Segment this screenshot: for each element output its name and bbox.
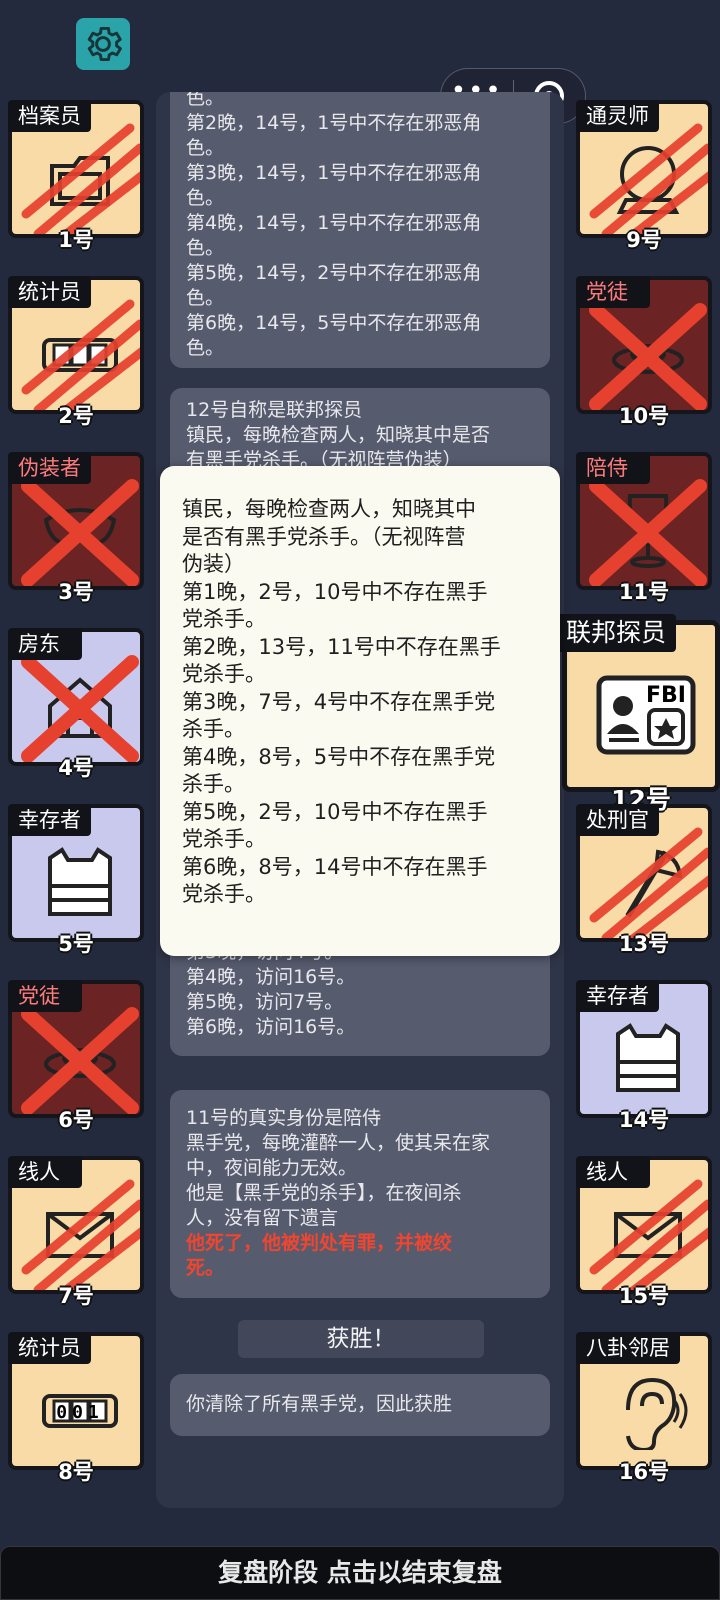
player-number: 15号 xyxy=(618,1284,670,1308)
role-label: 幸存者 xyxy=(8,804,91,836)
player-number: 3号 xyxy=(58,580,94,604)
player-card-15[interactable]: 线人 15号 xyxy=(576,1156,712,1308)
role-label: 党徒 xyxy=(576,276,650,308)
log-card-identity-reveal: 11号的真实身份是陪侍 黑手党，每晚灌醉一人，使其呆在家 中，夜间能力无效。 他… xyxy=(170,1090,550,1298)
player-number: 5号 xyxy=(58,932,94,956)
vest-icon xyxy=(48,847,112,916)
role-label: 线人 xyxy=(8,1156,82,1188)
player-card-8[interactable]: 001 统计员 8号 xyxy=(8,1332,144,1484)
role-label: 线人 xyxy=(576,1156,650,1188)
log-card-win-reason: 你清除了所有黑手党，因此获胜 xyxy=(170,1374,550,1436)
log-text: 12号自称是联邦探员 镇民，每晚检查两人，知晓其中是否 有黑手党杀手。（无视阵营… xyxy=(186,399,491,471)
player-card-1[interactable]: 档案员 1号 xyxy=(8,100,144,252)
player-number: 16号 xyxy=(618,1460,670,1484)
dead-cross-mark xyxy=(21,655,139,762)
player-card-16[interactable]: 八卦邻居 16号 xyxy=(576,1332,712,1484)
role-label: 处刑官 xyxy=(576,804,659,836)
player-card-9[interactable]: 通灵师 9号 xyxy=(576,100,712,252)
counter-icon: 001 xyxy=(42,1394,118,1428)
player-card-2[interactable]: 统计员 2号 xyxy=(8,276,144,428)
player-number: 11号 xyxy=(618,580,670,604)
victory-label: 获胜！ xyxy=(238,1320,484,1358)
badge-text: FBI xyxy=(646,683,686,708)
claw-slash-mark xyxy=(21,123,140,234)
role-label: 党徒 xyxy=(8,980,82,1012)
role-label: 八卦邻居 xyxy=(576,1332,680,1364)
player-card-14[interactable]: 幸存者 14号 xyxy=(576,980,712,1132)
claw-slash-mark xyxy=(589,1179,708,1290)
counter-digits: 001 xyxy=(56,1402,104,1423)
player-card-7[interactable]: 线人 7号 xyxy=(8,1156,144,1308)
dead-cross-mark xyxy=(589,479,707,586)
log-text: 色。 第2晚，14号，1号中不存在邪恶角 色。 第3晚，14号，1号中不存在邪恶… xyxy=(186,92,482,359)
log-text: 11号的真实身份是陪侍 黑手党，每晚灌醉一人，使其呆在家 中，夜间能力无效。 他… xyxy=(186,1107,491,1229)
settings-button[interactable] xyxy=(76,18,130,70)
dead-cross-mark xyxy=(21,1007,139,1114)
role-label: 房东 xyxy=(8,628,82,660)
role-label: 统计员 xyxy=(8,276,91,308)
claw-slash-mark xyxy=(589,827,708,938)
dead-cross-mark xyxy=(21,479,139,586)
player-number: 6号 xyxy=(58,1108,94,1132)
role-label: 档案员 xyxy=(8,100,91,132)
player-card-3[interactable]: 伪装者 3号 xyxy=(8,452,144,604)
player-number: 14号 xyxy=(618,1108,670,1132)
role-label: 联邦探员 xyxy=(556,614,677,652)
gear-icon xyxy=(87,26,122,62)
fbi-badge-icon: FBI xyxy=(596,675,696,755)
role-label: 伪装者 xyxy=(8,452,91,484)
claw-slash-mark xyxy=(21,299,140,410)
player-card-5[interactable]: 幸存者 5号 xyxy=(8,804,144,956)
player-card-12[interactable]: FBI 联邦探员 12号 xyxy=(556,614,720,814)
player-card-6[interactable]: 党徒 6号 xyxy=(8,980,144,1132)
end-review-button[interactable]: 复盘阶段 点击以结束复盘 xyxy=(0,1546,720,1600)
player-card-10[interactable]: 党徒 10号 xyxy=(576,276,712,428)
player-number: 8号 xyxy=(58,1460,94,1484)
player-number: 9号 xyxy=(626,228,662,252)
role-label: 通灵师 xyxy=(576,100,659,132)
player-card-4[interactable]: 房东 4号 xyxy=(8,628,144,780)
vest-icon xyxy=(616,1023,680,1092)
popup-text: 镇民，每晚检查两人，知晓其中 是否有黑手党杀手。（无视阵营 伪装） 第1晚，2号… xyxy=(182,497,501,906)
role-label: 幸存者 xyxy=(576,980,659,1012)
player-number: 4号 xyxy=(58,756,94,780)
claw-slash-mark xyxy=(589,123,708,234)
player-number: 13号 xyxy=(618,932,670,956)
log-text: 你清除了所有黑手党，因此获胜 xyxy=(186,1393,453,1415)
death-text: 他死了，他被判处有罪，并被绞 死。 xyxy=(186,1232,453,1279)
player-number: 1号 xyxy=(58,228,94,252)
player-card-13[interactable]: 处刑官 13号 xyxy=(576,804,712,956)
claw-slash-mark xyxy=(21,1179,140,1290)
player-number: 7号 xyxy=(58,1284,94,1308)
player-number: 10号 xyxy=(618,404,670,428)
role-detail-popup[interactable]: 镇民，每晚检查两人，知晓其中 是否有黑手党杀手。（无视阵营 伪装） 第1晚，2号… xyxy=(160,466,560,956)
role-label: 统计员 xyxy=(8,1332,91,1364)
player-number: 2号 xyxy=(58,404,94,428)
player-card-11[interactable]: 陪侍 11号 xyxy=(576,452,712,604)
log-card-statistician-results: 色。 第2晚，14号，1号中不存在邪恶角 色。 第3晚，14号，1号中不存在邪恶… xyxy=(170,92,550,368)
role-label: 陪侍 xyxy=(576,452,650,484)
dead-cross-mark xyxy=(589,303,707,410)
ear-icon xyxy=(626,1377,688,1450)
